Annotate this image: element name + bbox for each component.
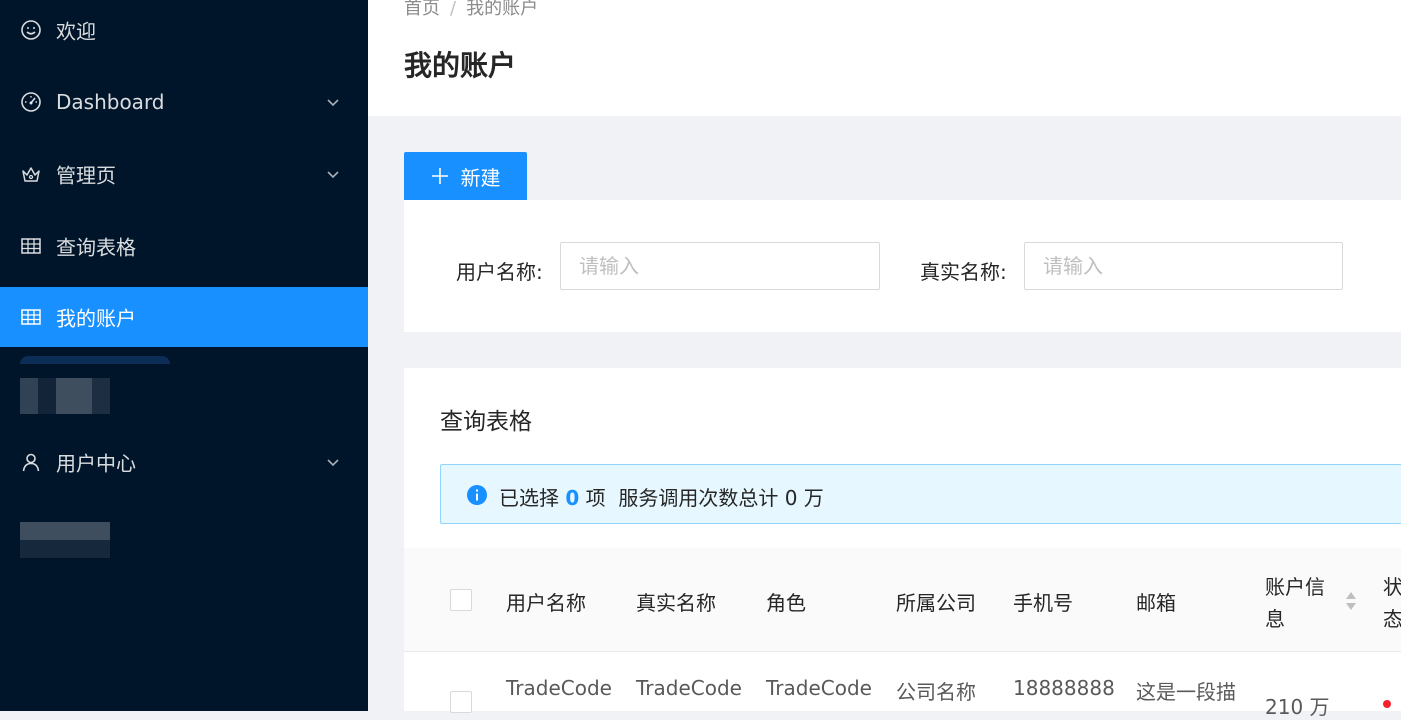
plus-icon <box>431 168 448 184</box>
column-header-realname: 真实名称 <box>636 591 716 615</box>
info-icon <box>467 485 487 505</box>
column-header-status-line1: 状 <box>1383 575 1401 599</box>
dashboard-icon <box>21 92 41 112</box>
sidebar-item-admin[interactable]: 管理页 <box>0 144 368 204</box>
sidebar-item-label: 我的账户 <box>56 306 136 331</box>
sidebar-item-user-center[interactable]: 用户中心 <box>0 432 368 492</box>
cell-role: TradeCode <box>766 676 872 700</box>
table-card <box>404 368 1401 711</box>
realname-label: 真实名称: <box>920 260 1007 284</box>
breadcrumb-current: 我的账户 <box>466 0 539 19</box>
column-header-phone: 手机号 <box>1013 591 1073 615</box>
cell-realname: TradeCode <box>636 676 742 700</box>
sidebar-item-label: Dashboard <box>56 90 165 114</box>
breadcrumb-separator: / <box>450 0 457 19</box>
user-icon <box>22 453 40 472</box>
row-checkbox[interactable] <box>450 691 472 713</box>
sidebar-item-label: 欢迎 <box>56 19 96 44</box>
table-icon <box>21 238 41 254</box>
page-header: 首页 / 我的账户 我的账户 <box>368 0 1401 116</box>
chevron-down-icon <box>327 99 339 107</box>
cell-username: TradeCode <box>506 676 612 700</box>
selection-alert: 已选择 0 项 服务调用次数总计 0 万 <box>440 464 1401 524</box>
crown-icon <box>22 167 40 182</box>
menu-highlight-shadow <box>20 356 170 364</box>
new-button[interactable]: 新建 <box>404 152 527 200</box>
column-header-account-line1[interactable]: 账户信 <box>1265 571 1325 600</box>
redacted-menu-item <box>20 522 110 558</box>
page-title: 我的账户 <box>404 49 517 82</box>
username-input[interactable] <box>560 242 880 290</box>
smile-icon <box>21 20 41 40</box>
status-dot <box>1383 700 1391 708</box>
selected-count: 0 <box>565 486 580 510</box>
sidebar-item-welcome[interactable]: 欢迎 <box>0 0 368 60</box>
alert-text: 已选择 0 项 服务调用次数总计 0 万 <box>499 486 824 510</box>
breadcrumb: 首页 / 我的账户 <box>404 0 538 20</box>
sidebar: 欢迎 Dashboard 管理页 查询表格 我的账户 用户中心 <box>0 0 368 711</box>
sort-icon[interactable] <box>1344 590 1358 612</box>
new-button-label: 新建 <box>460 167 501 190</box>
sidebar-item-query-table[interactable]: 查询表格 <box>0 216 368 276</box>
column-header-email: 邮箱 <box>1136 591 1176 615</box>
breadcrumb-home[interactable]: 首页 <box>404 0 440 19</box>
cell-company: 公司名称 <box>896 680 976 704</box>
sidebar-item-label: 用户中心 <box>56 451 136 476</box>
chevron-down-icon <box>327 459 339 467</box>
alert-summary: 服务调用次数总计 0 万 <box>618 486 824 510</box>
chevron-down-icon <box>327 171 339 179</box>
column-header-account-line2[interactable]: 息 <box>1265 603 1285 632</box>
sidebar-item-label: 查询表格 <box>56 235 136 260</box>
username-label: 用户名称: <box>456 260 543 284</box>
realname-input[interactable] <box>1024 242 1343 290</box>
column-header-role: 角色 <box>766 591 806 615</box>
select-all-checkbox[interactable] <box>450 589 472 611</box>
column-header-company: 所属公司 <box>896 591 976 615</box>
redacted-menu-item <box>20 378 110 414</box>
cell-account: 210 万 <box>1265 695 1330 719</box>
table-icon <box>21 309 41 325</box>
column-header-username: 用户名称 <box>506 591 586 615</box>
cell-phone: 18888888 <box>1013 676 1115 700</box>
sidebar-item-my-account[interactable]: 我的账户 <box>0 287 368 347</box>
sidebar-item-dashboard[interactable]: Dashboard <box>0 72 368 132</box>
column-header-status-line2: 态 <box>1383 607 1401 631</box>
sidebar-item-label: 管理页 <box>56 163 116 188</box>
cell-email: 这是一段描 <box>1136 680 1236 704</box>
table-title: 查询表格 <box>440 409 532 435</box>
